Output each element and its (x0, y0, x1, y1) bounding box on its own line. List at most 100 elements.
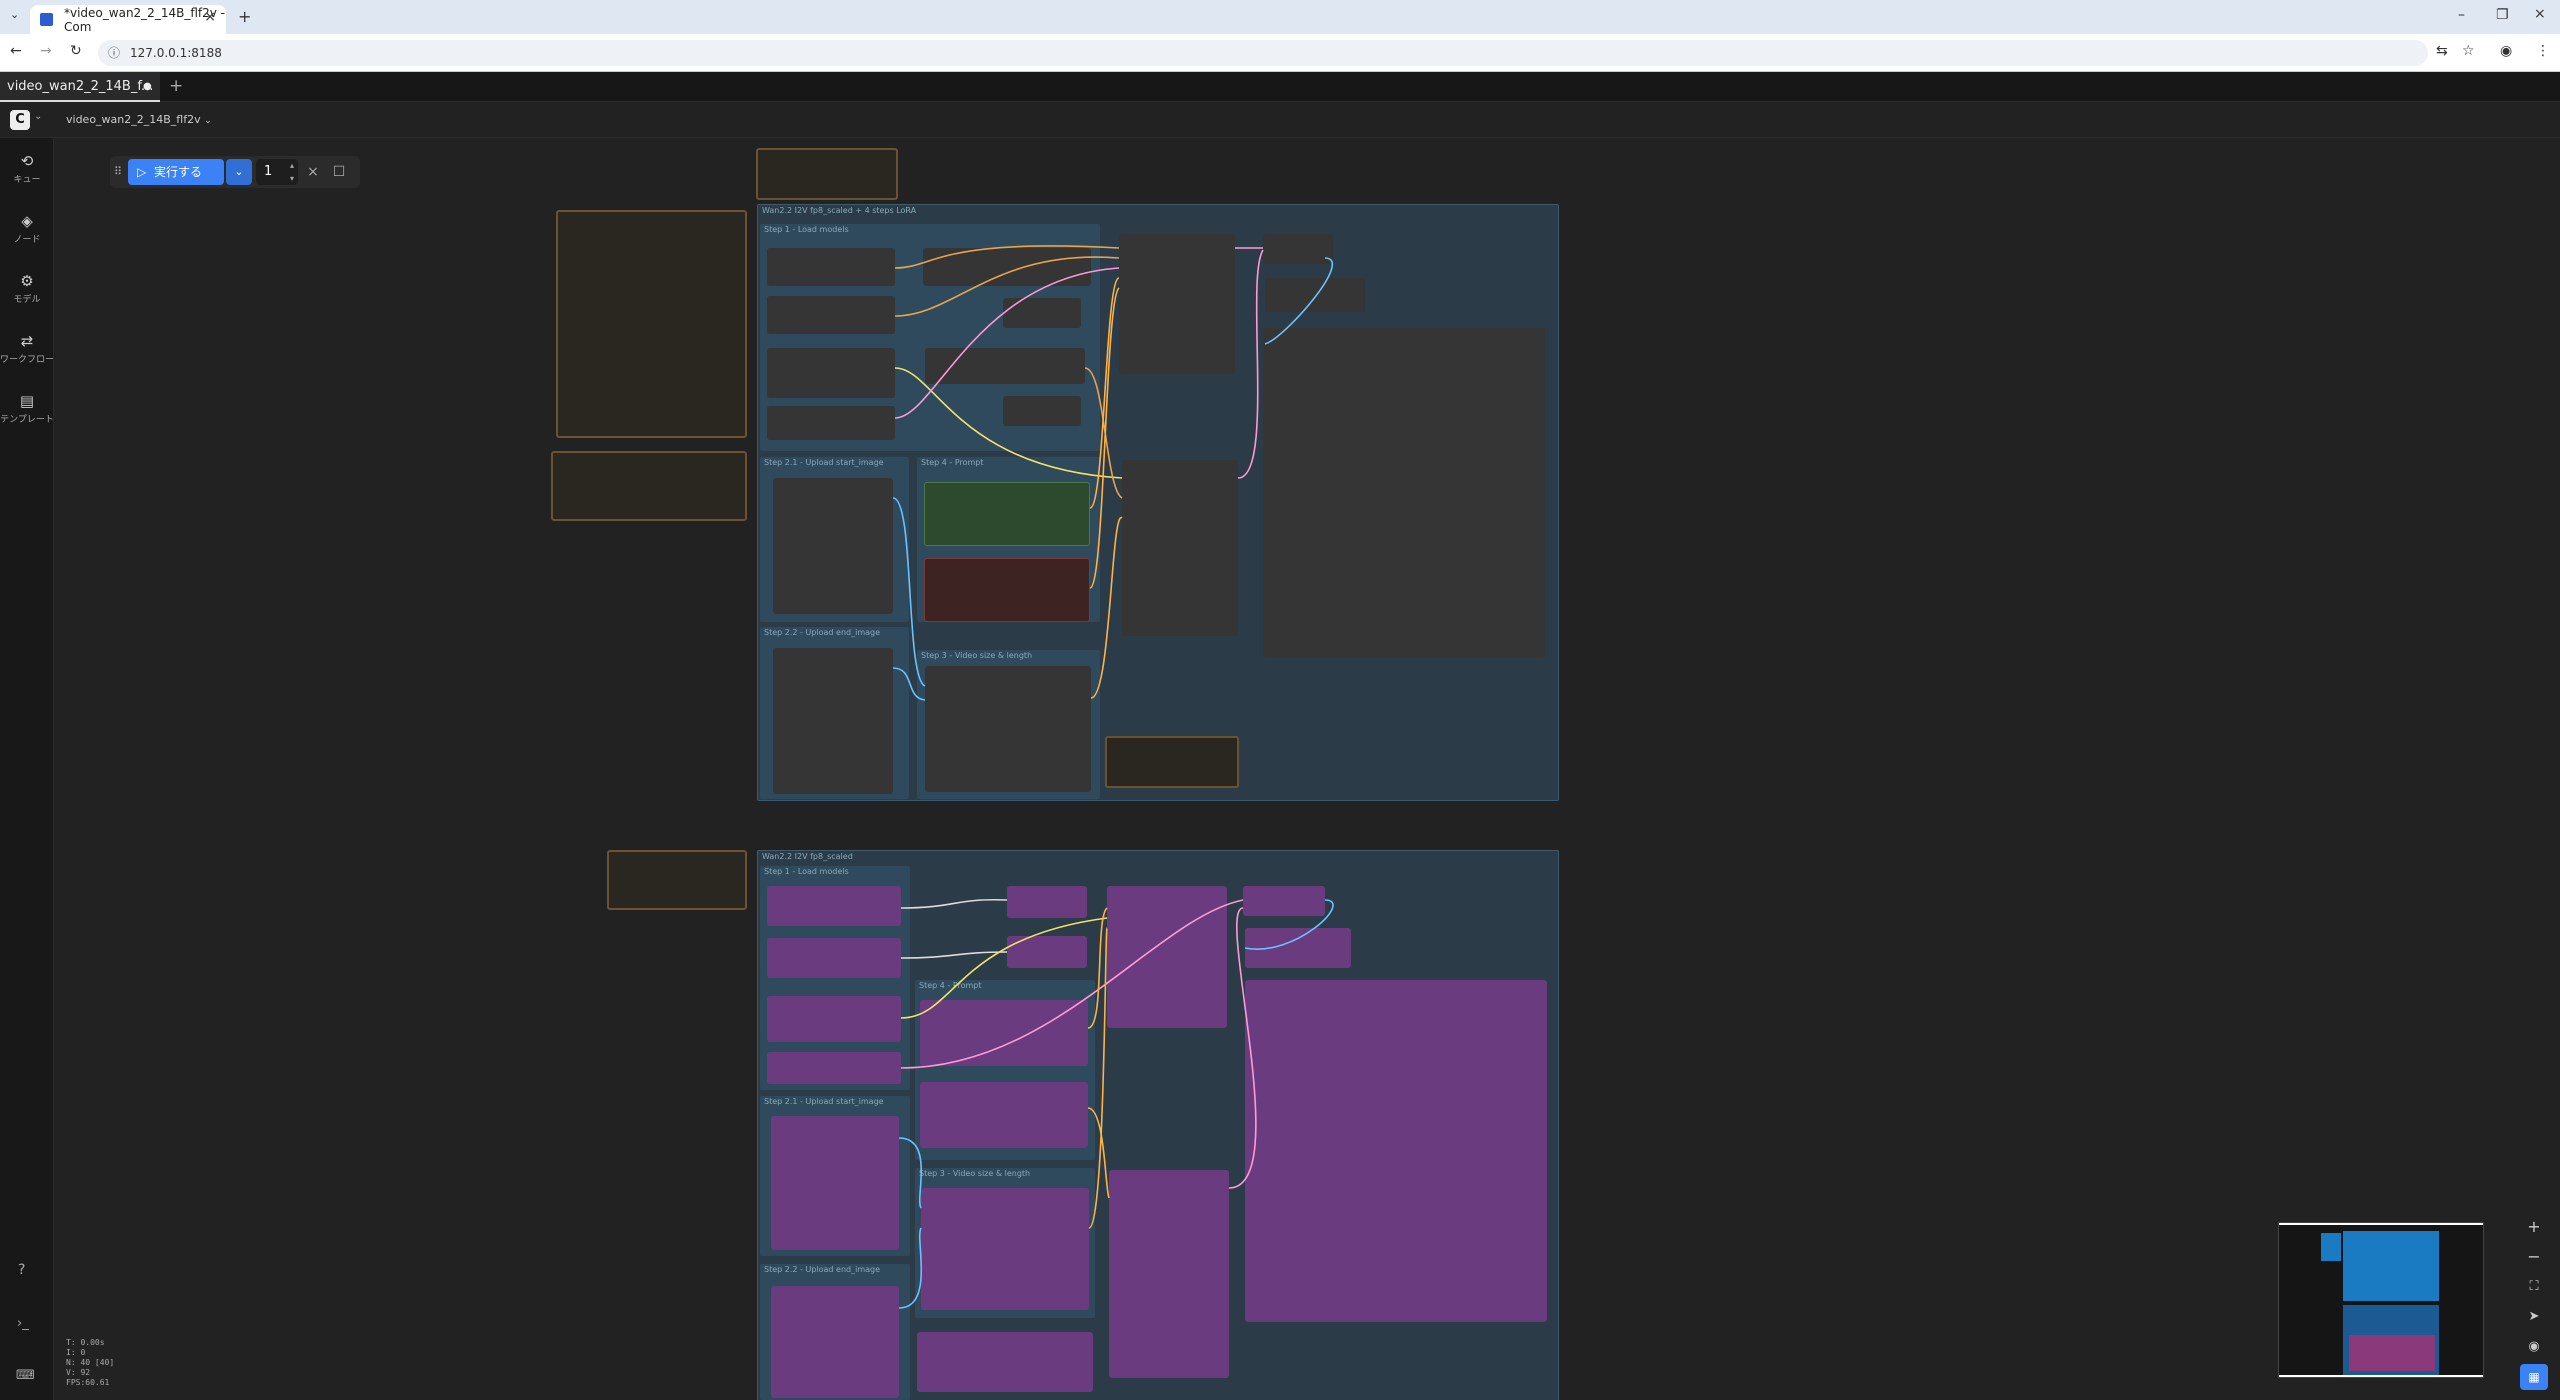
app-topbar: C ⌄ video_wan2_2_14B_flf2v ⌄ (0, 102, 2560, 138)
graph-canvas[interactable]: Wan2.2 I2V fp8_scaled + 4 steps LoRA Ste… (55, 138, 2560, 1400)
minimap[interactable] (2278, 1222, 2484, 1378)
load-vae-node[interactable] (925, 348, 1085, 384)
load-model-node[interactable] (767, 886, 901, 926)
zoom-out-button[interactable]: − (2520, 1244, 2548, 1270)
group-title: Step 4 - Prompt (921, 458, 984, 467)
stat-v: V: 92 (66, 1368, 91, 1377)
visibility-eye-icon[interactable]: ◉ (2520, 1334, 2548, 1360)
note-node[interactable] (1105, 736, 1239, 788)
negative-prompt-node[interactable] (924, 558, 1090, 622)
note-node[interactable] (556, 210, 747, 438)
sidebar-item-queue[interactable]: ⟲ キュー (0, 152, 54, 202)
forward-icon[interactable]: → (40, 43, 52, 59)
group-title: Wan2.2 I2V fp8_scaled + 4 steps LoRA (762, 206, 917, 215)
lora-node[interactable] (767, 296, 895, 334)
tab-list-chevron-icon[interactable]: ⌄ (10, 8, 19, 21)
positive-prompt-node[interactable] (920, 1000, 1088, 1066)
comfy-favicon-icon (40, 13, 53, 26)
run-mode-dropdown[interactable]: ⌄ (226, 159, 252, 185)
load-model-node[interactable] (767, 938, 901, 978)
zoom-in-button[interactable]: + (2520, 1214, 2548, 1240)
create-video-node[interactable] (1265, 278, 1365, 312)
ksampler-node[interactable] (1119, 234, 1235, 374)
run-button[interactable]: ▷ 実行する (128, 159, 224, 185)
send-icon[interactable]: ➤ (2520, 1304, 2548, 1330)
drag-handle-icon[interactable]: ⠿ (110, 159, 126, 185)
stat-time: T: 0.00s (66, 1338, 105, 1347)
save-video-node[interactable] (1245, 980, 1547, 1322)
bookmark-star-icon[interactable]: ☆ (2462, 43, 2475, 59)
save-video-node[interactable] (1263, 328, 1545, 658)
wan-first-last-frame-node[interactable] (925, 666, 1091, 792)
model-sampling-node[interactable] (1007, 936, 1087, 968)
wan-first-last-frame-node[interactable] (921, 1188, 1089, 1310)
stat-fps: FPS:60.61 (66, 1378, 110, 1387)
negative-prompt-node[interactable] (920, 1082, 1088, 1148)
minimize-icon[interactable]: – (2458, 7, 2465, 23)
run-button-label: 実行する (154, 165, 203, 179)
ksampler-node[interactable] (1109, 1170, 1229, 1378)
workflow-menu-chevron-icon: ⌄ (204, 116, 212, 126)
group-title: Step 3 - Video size & length (919, 1169, 1031, 1178)
create-video-node[interactable] (1245, 928, 1351, 968)
note-node[interactable] (551, 451, 747, 521)
restore-icon[interactable]: ❐ (2496, 7, 2509, 23)
profile-icon[interactable]: ◉ (2500, 43, 2512, 59)
run-toolbar: ⠿ ▷ 実行する ⌄ 1 ▴ ▾ × ☐ (110, 156, 360, 188)
terminal-icon[interactable]: ›_ (17, 1316, 29, 1331)
add-workflow-tab-button[interactable]: + (169, 76, 183, 96)
load-clip-node[interactable] (767, 996, 901, 1042)
stepper-arrows-icon[interactable]: ▴ ▾ (290, 159, 294, 185)
sidebar-item-nodes[interactable]: ◈ ノード (0, 212, 54, 262)
sidebar-item-workflows[interactable]: ⇄ ワークフロー (0, 332, 54, 382)
site-info-icon[interactable]: ⓘ (108, 40, 120, 66)
workflow-tab[interactable]: video_wan2_2_14B_f... ● (0, 72, 160, 102)
note-node[interactable] (756, 148, 898, 200)
help-icon[interactable]: ? (18, 1262, 25, 1278)
minimap-toggle-icon[interactable]: ▦ (2520, 1364, 2548, 1390)
load-model-node[interactable] (923, 248, 1091, 286)
ksampler-node[interactable] (1107, 886, 1227, 1028)
vae-decode-node[interactable] (1243, 886, 1325, 916)
ksampler-node[interactable] (1122, 460, 1238, 636)
positive-prompt-node[interactable] (924, 482, 1090, 546)
minimap-viewport[interactable] (2279, 1223, 2483, 1377)
group-title: Step 2.2 - Upload end_image (764, 628, 881, 637)
chrome-menu-icon[interactable]: ⋮ (2536, 43, 2550, 59)
batch-count-input[interactable]: 1 ▴ ▾ (256, 159, 298, 185)
end-image-node[interactable] (771, 1286, 899, 1398)
group-title: Step 2.2 - Upload end_image (764, 1265, 881, 1274)
reload-icon[interactable]: ↻ (70, 43, 82, 59)
logo-menu-chevron-icon[interactable]: ⌄ (34, 111, 42, 122)
address-bar[interactable]: ⓘ 127.0.0.1:8188 (98, 40, 2428, 66)
close-tab-icon[interactable]: × (204, 9, 216, 25)
load-clip-node[interactable] (767, 348, 895, 398)
model-sampling-node[interactable] (1007, 886, 1087, 918)
note-node[interactable] (607, 850, 747, 910)
browser-tab[interactable]: *video_wan2_2_14B_flf2v - Com × (30, 5, 226, 34)
new-tab-button[interactable]: + (238, 7, 251, 26)
sidebar-item-templates[interactable]: ▤ テンプレート (0, 392, 54, 442)
start-image-node[interactable] (773, 478, 893, 614)
lora-node[interactable] (767, 406, 895, 440)
group-title: Step 1 - Load models (764, 225, 849, 234)
comfy-logo-icon[interactable]: C (10, 110, 30, 130)
end-image-node[interactable] (773, 648, 893, 794)
sidebar-item-label: キュー (13, 175, 41, 185)
vae-decode-node[interactable] (1263, 234, 1333, 264)
model-sampling-node[interactable] (1003, 396, 1081, 426)
load-model-node[interactable] (767, 248, 895, 286)
note-node[interactable] (917, 1332, 1093, 1392)
sidebar-item-models[interactable]: ⚙ モデル (0, 272, 54, 322)
fit-view-icon[interactable]: ⛶ (2520, 1274, 2548, 1300)
keyboard-icon[interactable]: ⌨ (16, 1368, 35, 1383)
stop-icon[interactable]: ☐ (328, 159, 350, 185)
load-vae-node[interactable] (767, 1052, 901, 1084)
lora-node[interactable] (1003, 298, 1081, 328)
window-close-icon[interactable]: × (2534, 6, 2546, 22)
translate-icon[interactable]: ⇆ (2436, 43, 2448, 59)
workflow-name-breadcrumb[interactable]: video_wan2_2_14B_flf2v ⌄ (66, 113, 212, 126)
back-icon[interactable]: ← (10, 43, 22, 59)
cancel-icon[interactable]: × (302, 159, 324, 185)
start-image-node[interactable] (771, 1116, 899, 1250)
